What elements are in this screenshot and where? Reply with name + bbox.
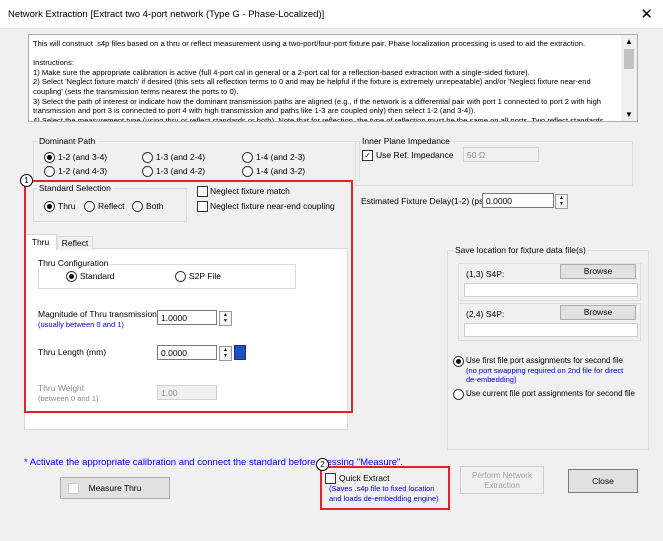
s24-label: (2,4) S4P: <box>466 309 505 319</box>
callout-badge-1: 1 <box>20 174 33 187</box>
s13-label: (1,3) S4P: <box>466 269 505 279</box>
highlight-box-2 <box>320 466 450 510</box>
highlight-box-1 <box>24 180 353 413</box>
first-file-label: Use first file port assignments for seco… <box>466 356 623 365</box>
close-icon[interactable]: ✕ <box>640 5 653 23</box>
radio-path-1-4-3-2[interactable] <box>242 166 253 177</box>
instructions-text: This will construct .s4p files based on … <box>33 39 604 122</box>
first-file-note-1: (no port swapping required on 2nd file f… <box>466 366 624 375</box>
impedance-input[interactable]: 50 Ω <box>463 147 539 162</box>
network-extraction-dialog: Network Extraction [Extract two 4-port n… <box>0 0 663 541</box>
path-1-2-3-4-label: 1-2 (and 3-4) <box>58 152 108 162</box>
scroll-thumb[interactable] <box>624 49 634 69</box>
radio-path-1-2-3-4[interactable] <box>44 152 55 163</box>
path-1-2-4-3-label: 1-2 (and 4-3) <box>58 166 108 176</box>
path-1-3-2-4-label: 1-3 (and 2-4) <box>156 152 206 162</box>
s24-path-field[interactable] <box>464 323 638 337</box>
current-file-label: Use current file port assignments for se… <box>466 389 635 398</box>
perform-label-1: Perform Network <box>471 471 532 480</box>
measure-thru-button[interactable]: Measure Thru <box>60 477 170 499</box>
path-1-4-3-2-label: 1-4 (and 3-2) <box>256 166 306 176</box>
callout-badge-2: 2 <box>316 458 329 471</box>
window-title: Network Extraction [Extract two 4-port n… <box>8 9 325 20</box>
save-location-legend: Save location for fixture data file(s) <box>453 245 588 255</box>
measure-thru-label: Measure Thru <box>88 483 142 493</box>
dominant-path-legend: Dominant Path <box>37 136 98 146</box>
radio-path-1-4-2-3[interactable] <box>242 152 253 163</box>
radio-path-1-2-4-3[interactable] <box>44 166 55 177</box>
title-bar: Network Extraction [Extract two 4-port n… <box>0 0 663 29</box>
close-button[interactable]: Close <box>568 469 638 493</box>
measure-thru-status-icon <box>68 483 79 494</box>
use-ref-impedance-label: Use Ref. Impedance <box>376 150 454 160</box>
inner-plane-legend: Inner Plane Impedance <box>360 136 452 146</box>
perform-label-2: Extraction <box>484 481 520 490</box>
use-ref-impedance-checkbox[interactable]: ✓ <box>362 150 373 161</box>
first-file-note-2: de-embedding) <box>466 375 517 384</box>
fixture-delay-input[interactable]: 0.0000 <box>482 193 554 208</box>
radio-path-1-3-2-4[interactable] <box>142 152 153 163</box>
instructions-textbox[interactable]: This will construct .s4p files based on … <box>28 34 638 122</box>
browse-s13-button[interactable]: Browse <box>560 264 636 279</box>
scroll-down-icon[interactable]: ▼ <box>625 110 633 119</box>
s13-path-field[interactable] <box>464 283 638 297</box>
perform-extraction-button[interactable]: Perform Network Extraction <box>460 466 544 494</box>
fixture-delay-label: Estimated Fixture Delay(1-2) (ps) <box>361 196 487 206</box>
radio-path-1-3-4-2[interactable] <box>142 166 153 177</box>
radio-current-file-assignments[interactable] <box>453 389 464 400</box>
radio-first-file-assignments[interactable] <box>453 356 464 367</box>
scroll-up-icon[interactable]: ▲ <box>625 37 633 46</box>
browse-s24-button[interactable]: Browse <box>560 305 636 320</box>
instructions-scrollbar[interactable]: ▲ ▼ <box>621 35 637 121</box>
fixture-delay-spinner[interactable]: ▲ ▼ <box>555 194 568 209</box>
path-1-3-4-2-label: 1-3 (and 4-2) <box>156 166 206 176</box>
path-1-4-2-3-label: 1-4 (and 2-3) <box>256 152 306 162</box>
